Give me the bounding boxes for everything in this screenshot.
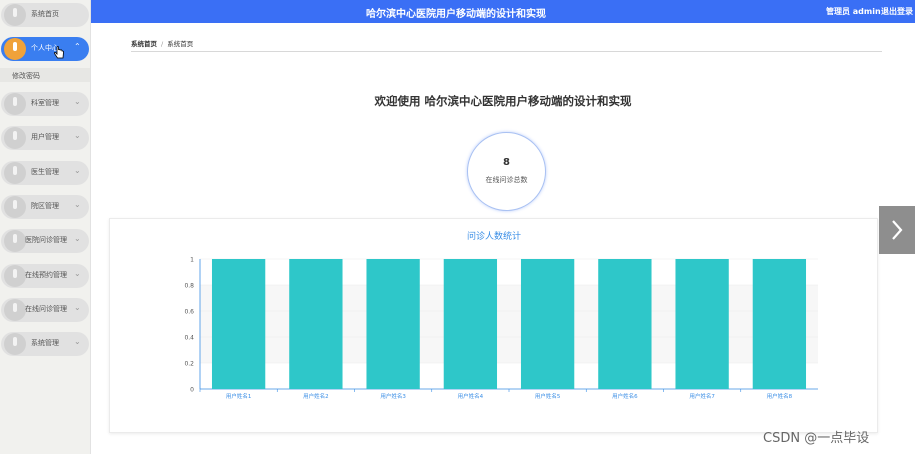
y-tick-label: 0 <box>190 387 194 394</box>
consult-total-stat: 8 在线问诊总数 <box>467 132 546 211</box>
sidebar-item-home[interactable]: 系统首页 <box>1 3 89 27</box>
sidebar-item-label: 医生管理 <box>31 168 59 176</box>
medal-icon <box>4 38 26 60</box>
x-tick-label: 用户姓名5 <box>535 392 561 400</box>
chevron-down-icon: ⌄ <box>74 234 81 243</box>
bar <box>675 259 729 389</box>
x-tick-label: 用户姓名4 <box>458 392 484 400</box>
breadcrumb-separator: / <box>161 40 164 48</box>
x-tick-label: 用户姓名3 <box>380 392 406 400</box>
sidebar-item-label: 在线问诊管理 <box>25 305 67 313</box>
x-tick-label: 用户姓名1 <box>226 392 252 400</box>
bar <box>598 259 652 389</box>
menu-icon <box>4 162 26 184</box>
stat-value: 8 <box>503 157 510 168</box>
bar <box>211 259 266 389</box>
sidebar-item-campus[interactable]: 院区管理 ⌄ <box>1 195 89 219</box>
bar-chart: 问诊人数统计 0 0.2 0.4 0.6 0.8 1 用户姓名1 用户姓名2 用户姓名3 用户姓名4… <box>184 230 818 400</box>
chevron-up-icon: ⌃ <box>74 42 81 51</box>
sidebar-item-hospital-consult[interactable]: 医院问诊管理 ⌄ <box>1 229 89 253</box>
y-tick-label: 0.8 <box>184 283 194 290</box>
bar <box>443 259 498 389</box>
chevron-down-icon: ⌄ <box>74 166 81 175</box>
sidebar-item-online-booking[interactable]: 在线预约管理 ⌄ <box>1 264 89 288</box>
sidebar-item-system[interactable]: 系统管理 ⌄ <box>1 332 89 356</box>
sidebar-item-online-consult[interactable]: 在线问诊管理 ⌄ <box>1 298 89 322</box>
next-arrow-button[interactable] <box>879 206 915 254</box>
x-tick-label: 用户姓名6 <box>612 392 638 400</box>
sidebar-item-label: 院区管理 <box>31 202 59 210</box>
top-bar: 哈尔滨中心医院用户移动端的设计和实现 管理员 admin 退出登录 <box>91 0 915 23</box>
hand-cursor-icon <box>53 46 64 59</box>
bar <box>520 259 575 389</box>
menu-icon <box>4 230 26 252</box>
bar <box>289 259 343 389</box>
y-tick-label: 0.6 <box>184 309 194 316</box>
chart-title: 问诊人数统计 <box>467 230 521 242</box>
sidebar: 系统首页 个人中心 ⌃ 修改密码 科室管理 ⌄ 用户管理 ⌄ 医生管理 ⌄ 院区… <box>0 0 91 454</box>
submenu-item-label: 修改密码 <box>12 72 40 80</box>
y-tick-label: 0.2 <box>184 361 194 368</box>
sidebar-item-users[interactable]: 用户管理 ⌄ <box>1 126 89 150</box>
user-label: 管理员 admin <box>826 7 881 16</box>
menu-icon <box>4 196 26 218</box>
menu-icon <box>4 127 26 149</box>
sidebar-item-label: 医院问诊管理 <box>25 236 67 244</box>
chevron-down-icon: ⌄ <box>74 269 81 278</box>
menu-icon <box>4 4 26 26</box>
bar <box>752 259 807 389</box>
y-tick-label: 1 <box>190 257 194 264</box>
welcome-heading: 欢迎使用 哈尔滨中心医院用户移动端的设计和实现 <box>374 94 632 108</box>
bar <box>366 259 420 389</box>
submenu-item-change-password[interactable]: 修改密码 <box>0 68 90 82</box>
breadcrumb-current: 系统首页 <box>167 40 194 48</box>
chart-card: 问诊人数统计 0 0.2 0.4 0.6 0.8 1 用户姓名1 用户姓名2 用户姓名3 用户姓名4… <box>109 218 878 433</box>
x-tick-label: 用户姓名2 <box>303 392 329 400</box>
breadcrumb: 系统首页 / 系统首页 <box>131 38 882 52</box>
x-tick-label: 用户姓名8 <box>767 392 793 400</box>
chevron-down-icon: ⌄ <box>74 337 81 346</box>
stat-label: 在线问诊总数 <box>485 176 528 184</box>
chevron-right-icon <box>892 220 903 240</box>
menu-icon <box>4 265 26 287</box>
sidebar-item-department[interactable]: 科室管理 ⌄ <box>1 92 89 116</box>
sidebar-item-label: 系统管理 <box>31 339 59 347</box>
sidebar-item-label: 在线预约管理 <box>25 271 67 279</box>
chevron-down-icon: ⌄ <box>74 303 81 312</box>
chevron-down-icon: ⌄ <box>74 200 81 209</box>
breadcrumb-root[interactable]: 系统首页 <box>131 40 157 48</box>
menu-icon <box>4 93 26 115</box>
logout-button[interactable]: 退出登录 <box>881 6 913 17</box>
x-tick-label: 用户姓名7 <box>689 392 715 400</box>
watermark-text: CSDN @一点毕设 <box>763 431 870 446</box>
app-title: 哈尔滨中心医院用户移动端的设计和实现 <box>366 9 546 20</box>
sidebar-item-label: 用户管理 <box>31 133 59 141</box>
sidebar-item-doctors[interactable]: 医生管理 ⌄ <box>1 161 89 185</box>
sidebar-item-personal-center[interactable]: 个人中心 ⌃ <box>1 37 89 61</box>
y-tick-label: 0.4 <box>184 335 194 342</box>
sidebar-item-label: 科室管理 <box>31 99 59 107</box>
menu-icon <box>4 299 26 321</box>
chevron-down-icon: ⌄ <box>74 131 81 140</box>
menu-icon <box>4 333 26 355</box>
chevron-down-icon: ⌄ <box>74 97 81 106</box>
sidebar-item-label: 系统首页 <box>31 10 59 18</box>
